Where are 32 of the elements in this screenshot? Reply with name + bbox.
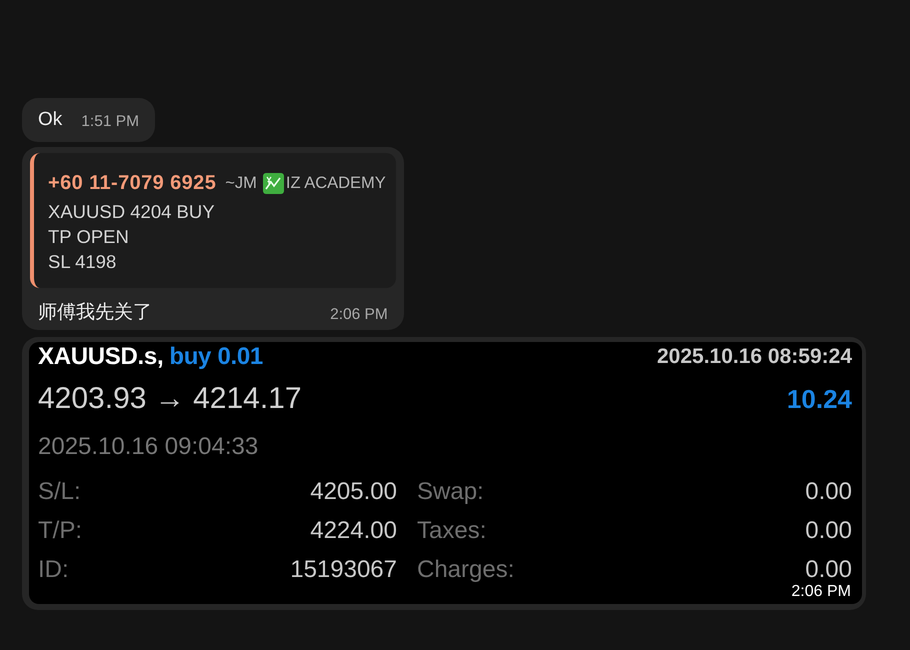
message-time: 2:06 PM	[330, 305, 388, 325]
detail-label: Taxes:	[417, 516, 486, 544]
sender-name: IZ ACADEMY	[286, 174, 386, 192]
detail-value: 15193067	[290, 556, 397, 584]
detail-value: 0.00	[805, 478, 852, 506]
message-text: 师傅我先关了	[38, 300, 152, 325]
quoted-text-line: SL 4198	[48, 250, 118, 274]
sender-name: ~JM	[225, 174, 257, 192]
trade-symbol: XAUUSD.s,	[38, 343, 164, 371]
message-time: 2:06 PM	[791, 583, 851, 601]
quoted-message[interactable]: +60 11-7079 6925 ~JM IZ ACADEMY XAUUSD 4204 BUY TP OPEN SL 4198	[30, 153, 396, 288]
message-time: 1:51 PM	[81, 112, 140, 132]
open-time: 2025.10.16 08:59:24	[657, 345, 852, 369]
detail-label: Swap:	[417, 478, 484, 506]
sender-phone: +60 11-7079 6925	[48, 172, 216, 194]
trade-profit: 10.24	[786, 384, 852, 414]
detail-label: Charges:	[417, 556, 514, 584]
detail-value: 4224.00	[310, 516, 397, 544]
message-text: Ok	[38, 108, 62, 132]
trade-prices: 4203.93 → 4214.17	[38, 382, 302, 416]
trade-screenshot[interactable]: XAUUSD.s, buy 0.01 2025.10.16 08:59:24 4203.93 → 4214.17 10.24 2025.10.16 09:04:33 S/L: 4205.00 Swap: 0.00 T/P: 4224.00 Taxes: 0.00 ID: 15193067 Charges: 0.00 2:06 PM	[29, 342, 862, 604]
detail-label: T/P:	[38, 516, 82, 544]
detail-label: S/L:	[38, 478, 81, 506]
quoted-text-line: XAUUSD 4204 BUY	[48, 200, 216, 224]
quoted-text-line: TP OPEN	[48, 225, 130, 249]
chart-increasing-icon	[262, 172, 284, 194]
close-time: 2025.10.16 09:04:33	[38, 433, 258, 461]
detail-value: 0.00	[805, 516, 852, 544]
detail-label: ID:	[38, 556, 69, 584]
detail-value: 0.00	[805, 556, 852, 584]
detail-value: 4205.00	[310, 478, 397, 506]
trade-order: buy 0.01	[169, 343, 263, 371]
